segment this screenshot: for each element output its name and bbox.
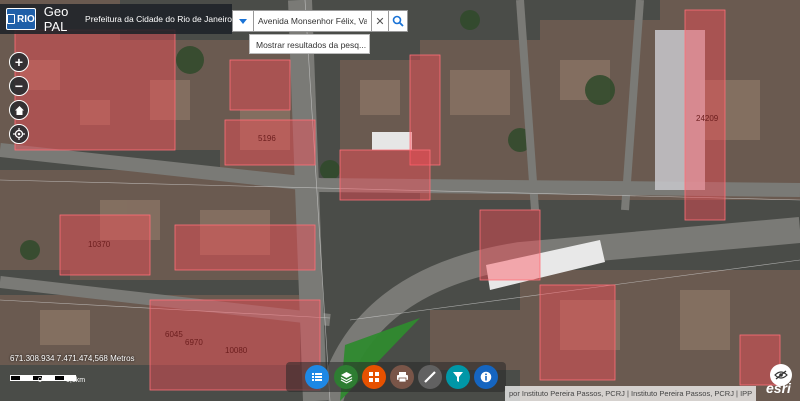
filter-button[interactable] — [446, 365, 470, 389]
search-source-dropdown[interactable] — [232, 10, 254, 32]
info-icon — [480, 371, 492, 383]
home-icon — [14, 105, 24, 115]
map-attribution: por Instituto Pereira Passos, PCRJ | Ins… — [505, 386, 757, 401]
print-icon — [396, 372, 408, 383]
app-title: Geo PAL — [43, 4, 69, 34]
zoom-in-button[interactable]: + — [9, 52, 29, 72]
print-button[interactable] — [390, 365, 414, 389]
parcel-label: 5196 — [258, 134, 276, 143]
list-icon — [312, 373, 322, 381]
coordinate-readout: 671.308.934 7.471.474,568 Metros — [10, 354, 135, 363]
map-view[interactable]: 5196 24209 10370 6045 6970 10080 — [0, 0, 800, 401]
parcel-label: 24209 — [696, 114, 719, 123]
parcel-label: 10080 — [225, 346, 248, 355]
about-button[interactable] — [474, 365, 498, 389]
filter-icon — [453, 372, 463, 382]
search-icon — [392, 15, 404, 27]
title-bar: RIO Geo PAL Prefeitura da Cidade do Rio … — [0, 4, 232, 34]
basemap-gallery-button[interactable] — [362, 365, 386, 389]
measure-button[interactable] — [418, 365, 442, 389]
logo-text: RIO — [17, 13, 35, 25]
clear-search-button[interactable]: ✕ — [372, 10, 388, 32]
plus-icon: + — [14, 54, 24, 70]
chevron-down-icon — [239, 18, 247, 24]
parcel-label: 6045 — [165, 330, 183, 339]
scale-label-start: 0 — [38, 377, 42, 384]
grid-icon — [369, 372, 379, 382]
eye-slash-icon — [774, 370, 788, 380]
parcel-label: 6970 — [185, 338, 203, 347]
close-icon: ✕ — [375, 15, 385, 28]
legend-button[interactable] — [305, 365, 329, 389]
search-input[interactable] — [254, 10, 372, 32]
zoom-out-button[interactable]: − — [9, 76, 29, 96]
search-bar: ✕ — [232, 10, 408, 32]
esri-logo: esri — [766, 380, 791, 396]
app-header: RIO Geo PAL Prefeitura da Cidade do Rio … — [0, 0, 800, 54]
home-button[interactable] — [9, 100, 29, 120]
layers-icon — [340, 371, 352, 384]
search-suggestion[interactable]: Mostrar resultados da pesq... — [249, 34, 370, 54]
rio-logo: RIO — [6, 8, 36, 30]
parcel-label: 10370 — [88, 240, 111, 249]
app-subtitle: Prefeitura da Cidade do Rio de Janeiro — [85, 14, 232, 24]
logo-mark-icon — [7, 14, 15, 24]
search-button[interactable] — [388, 10, 408, 32]
locate-button[interactable] — [9, 124, 29, 144]
scale-label-end: 0,1km — [66, 377, 86, 384]
locate-icon — [13, 128, 25, 140]
minus-icon: − — [14, 78, 24, 94]
measure-icon — [424, 371, 436, 383]
layers-button[interactable] — [334, 365, 358, 389]
satellite-imagery — [0, 0, 800, 401]
